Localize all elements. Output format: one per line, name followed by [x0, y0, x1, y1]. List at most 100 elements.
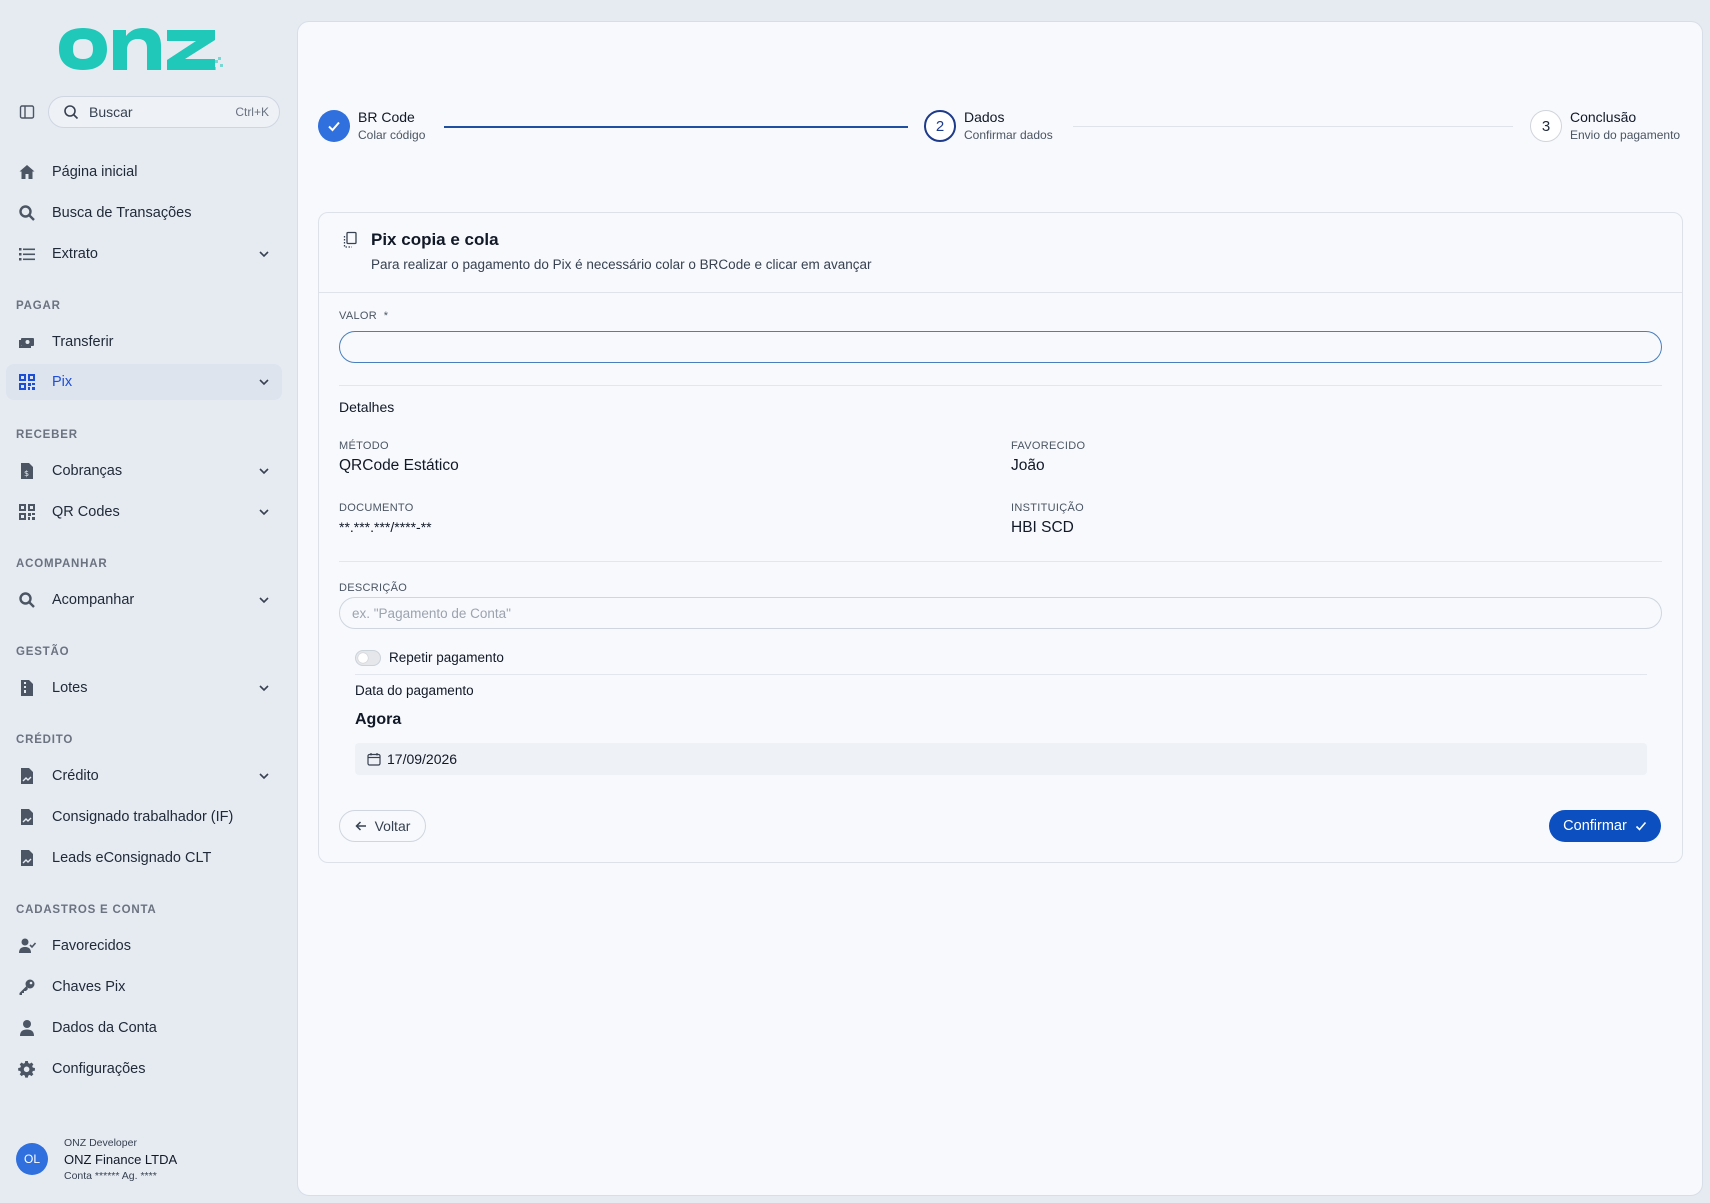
favorecido-label: FAVORECIDO: [1011, 440, 1086, 452]
chevron-down-icon: [254, 502, 274, 522]
user-icon: [16, 1017, 38, 1039]
sidebar-item-leads[interactable]: Leads eConsignado CLT: [6, 840, 282, 876]
sidebar: Buscar Ctrl+K Página inicial Busca de Tr…: [0, 0, 296, 1203]
step-number: 3: [1530, 110, 1562, 142]
profile-role: ONZ Developer: [64, 1136, 137, 1149]
home-icon: [16, 161, 38, 183]
file-signature-icon: [16, 765, 38, 787]
sidebar-item-config[interactable]: Configurações: [6, 1051, 282, 1087]
metodo-value: QRCode Estático: [339, 457, 459, 474]
repetir-label: Repetir pagamento: [389, 650, 504, 665]
favorecido-value: João: [1011, 457, 1045, 474]
arrow-left-icon: [355, 821, 366, 831]
instituicao-value: HBI SCD: [1011, 519, 1074, 536]
section-acompanhar: ACOMPANHAR: [16, 558, 108, 570]
main-panel: BR Code Colar código 2 Dados Confirmar d…: [297, 21, 1703, 1196]
step-number: 2: [924, 110, 956, 142]
sidebar-item-pix[interactable]: Pix: [6, 364, 282, 400]
key-icon: [16, 976, 38, 998]
profile-info: ONZ Developer ONZ Finance LTDA Conta ***…: [64, 1137, 177, 1182]
check-icon: [1635, 821, 1646, 831]
card-header: Pix copia e cola Para realizar o pagamen…: [319, 213, 1682, 293]
user-profile[interactable]: OL ONZ Developer ONZ Finance LTDA Conta …: [16, 1128, 276, 1190]
invoice-dollar-icon: $: [16, 460, 38, 482]
svg-text:$: $: [24, 469, 29, 478]
sidebar-item-transferir[interactable]: Transferir: [6, 324, 282, 360]
profile-account: Conta ****** Ag. ****: [64, 1169, 157, 1182]
descricao-label: DESCRIÇÃO: [339, 582, 408, 594]
check-icon: [318, 110, 350, 142]
sidebar-top-row: Buscar Ctrl+K: [16, 96, 280, 128]
valor-input[interactable]: [339, 331, 1662, 363]
calendar-icon: [367, 753, 381, 766]
chevron-down-icon: [254, 461, 274, 481]
file-signature-icon: [16, 806, 38, 828]
sidebar-item-consignado[interactable]: Consignado trabalhador (IF): [6, 799, 282, 835]
chevron-down-icon: [254, 590, 274, 610]
section-gestao: GESTÃO: [16, 646, 70, 658]
card-title: Pix copia e cola: [371, 230, 499, 249]
section-pagar: PAGAR: [16, 300, 61, 312]
sidebar-item-acompanhar[interactable]: Acompanhar: [6, 582, 282, 618]
sidebar-item-cobrancas[interactable]: $ Cobranças: [6, 453, 282, 489]
chevron-down-icon: [254, 372, 274, 392]
sidebar-toggle-icon[interactable]: [16, 101, 38, 123]
card-subtitle: Para realizar o pagamento do Pix é neces…: [371, 257, 872, 272]
step-dados: 2 Dados Confirmar dados: [924, 109, 1053, 144]
avatar: OL: [16, 1143, 48, 1175]
sidebar-item-extrato[interactable]: Extrato: [6, 236, 282, 272]
file-zip-icon: [16, 677, 38, 699]
money-transfer-icon: [16, 331, 38, 353]
file-signature-icon: [16, 847, 38, 869]
step-connector-2: [1073, 126, 1513, 127]
pix-form-card: Pix copia e cola Para realizar o pagamen…: [318, 212, 1683, 863]
chevron-down-icon: [254, 766, 274, 786]
data-mode: Agora: [355, 711, 402, 728]
sidebar-item-chaves[interactable]: Chaves Pix: [6, 969, 282, 1005]
step-br-code: BR Code Colar código: [318, 109, 425, 144]
step-connector-1: [444, 126, 908, 128]
valor-label: VALOR *: [339, 310, 389, 322]
sidebar-item-credito[interactable]: Crédito: [6, 758, 282, 794]
sidebar-item-home[interactable]: Página inicial: [6, 154, 282, 190]
qr-grid-icon: [16, 501, 38, 523]
sidebar-item-dados-conta[interactable]: Dados da Conta: [6, 1010, 282, 1046]
sidebar-item-tx-search[interactable]: Busca de Transações: [6, 195, 282, 231]
data-label: Data do pagamento: [355, 683, 474, 698]
documento-value: **.***.***/****-**: [339, 519, 432, 535]
search-placeholder: Buscar: [89, 104, 133, 120]
gear-icon: [16, 1058, 38, 1080]
search-icon: [16, 202, 38, 224]
divider: [339, 385, 1662, 386]
metodo-label: MÉTODO: [339, 440, 389, 452]
details-title: Detalhes: [339, 399, 395, 415]
sidebar-item-qrcodes[interactable]: QR Codes: [6, 494, 282, 530]
search-icon: [64, 105, 79, 120]
onz-logo[interactable]: [55, 22, 235, 76]
user-check-icon: [16, 935, 38, 957]
list-icon: [16, 243, 38, 265]
date-picker[interactable]: 17/09/2026: [355, 743, 1647, 775]
back-button[interactable]: Voltar: [339, 810, 426, 842]
documento-label: DOCUMENTO: [339, 502, 414, 514]
copy-icon: [343, 231, 357, 248]
stepper: BR Code Colar código 2 Dados Confirmar d…: [318, 109, 1683, 160]
qr-grid-icon: [16, 371, 38, 393]
confirm-button[interactable]: Confirmar: [1549, 810, 1661, 842]
instituicao-label: INSTITUIÇÃO: [1011, 502, 1084, 514]
profile-company: ONZ Finance LTDA: [64, 1151, 178, 1167]
section-cadastros: CADASTROS E CONTA: [16, 904, 157, 916]
section-receber: RECEBER: [16, 429, 78, 441]
date-value: 17/09/2026: [387, 751, 458, 767]
step-conclusao: 3 Conclusão Envio do pagamento: [1530, 109, 1680, 144]
repetir-toggle[interactable]: [355, 650, 381, 666]
sidebar-item-lotes[interactable]: Lotes: [6, 670, 282, 706]
search-shortcut: Ctrl+K: [235, 105, 269, 119]
divider: [339, 561, 1662, 562]
descricao-input[interactable]: ex. "Pagamento de Conta": [339, 597, 1662, 629]
section-credito: CRÉDITO: [16, 734, 74, 746]
divider: [355, 674, 1647, 675]
chevron-down-icon: [254, 678, 274, 698]
sidebar-item-favorecidos[interactable]: Favorecidos: [6, 928, 282, 964]
search-input[interactable]: Buscar Ctrl+K: [48, 96, 280, 128]
